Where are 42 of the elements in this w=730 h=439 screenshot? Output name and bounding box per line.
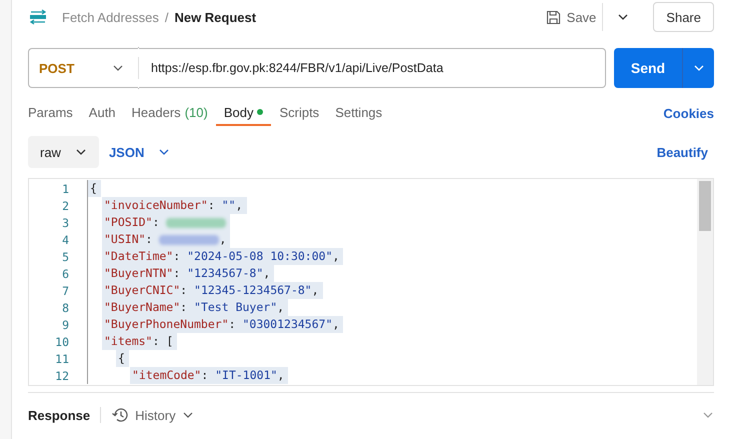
body-type-dropdown[interactable]: raw [28, 136, 99, 168]
line-number: 3 [61, 216, 70, 230]
caret-icon [74, 148, 87, 156]
request-tab[interactable]: Params [28, 100, 81, 126]
line-number: 5 [61, 250, 70, 264]
expand-icon[interactable] [702, 411, 714, 419]
line-number: 8 [61, 300, 70, 314]
save-icon [546, 10, 561, 24]
format-dropdown[interactable]: JSON [108, 144, 170, 160]
line-number: 4 [61, 232, 70, 246]
url-field[interactable]: https://esp.fbr.gov.pk:8244/FBR/v1/api/Live/PostData [139, 48, 606, 88]
caret-icon [112, 64, 124, 72]
beautify-link[interactable]: Beautify [656, 144, 708, 160]
caret-icon [617, 13, 630, 21]
line-number: 6 [61, 266, 70, 280]
code-editor[interactable] [28, 178, 714, 386]
line-number: 12 [54, 368, 70, 382]
caret-icon [182, 411, 194, 419]
request-title: New Request [174, 10, 256, 24]
caret-icon [158, 148, 170, 156]
send-button[interactable]: Send [614, 48, 682, 88]
response-label: Response [28, 408, 90, 422]
request-tab[interactable]: Headers (10) [124, 100, 216, 126]
scrollbar[interactable] [697, 179, 713, 385]
cookies-link[interactable]: Cookies [663, 106, 714, 120]
line-number: 9 [61, 318, 70, 332]
line-number: 11 [54, 352, 70, 366]
request-tab[interactable]: Settings [327, 100, 390, 126]
collection-link[interactable]: Fetch Addresses [62, 10, 159, 24]
request-tab[interactable]: Scripts [271, 100, 328, 126]
line-number: 10 [54, 334, 70, 348]
share-button[interactable]: Share [653, 2, 714, 32]
line-number: 2 [61, 198, 70, 212]
line-number: 1 [61, 182, 70, 196]
request-tab[interactable]: Auth [80, 100, 124, 126]
history-icon [111, 407, 130, 423]
breadcrumb-separator: / [164, 10, 168, 24]
caret-icon [692, 64, 704, 72]
line-number: 7 [61, 284, 70, 298]
save-button[interactable]: Save [540, 3, 604, 31]
request-tab[interactable]: Body [216, 100, 272, 126]
history-button[interactable]: History [111, 407, 194, 423]
